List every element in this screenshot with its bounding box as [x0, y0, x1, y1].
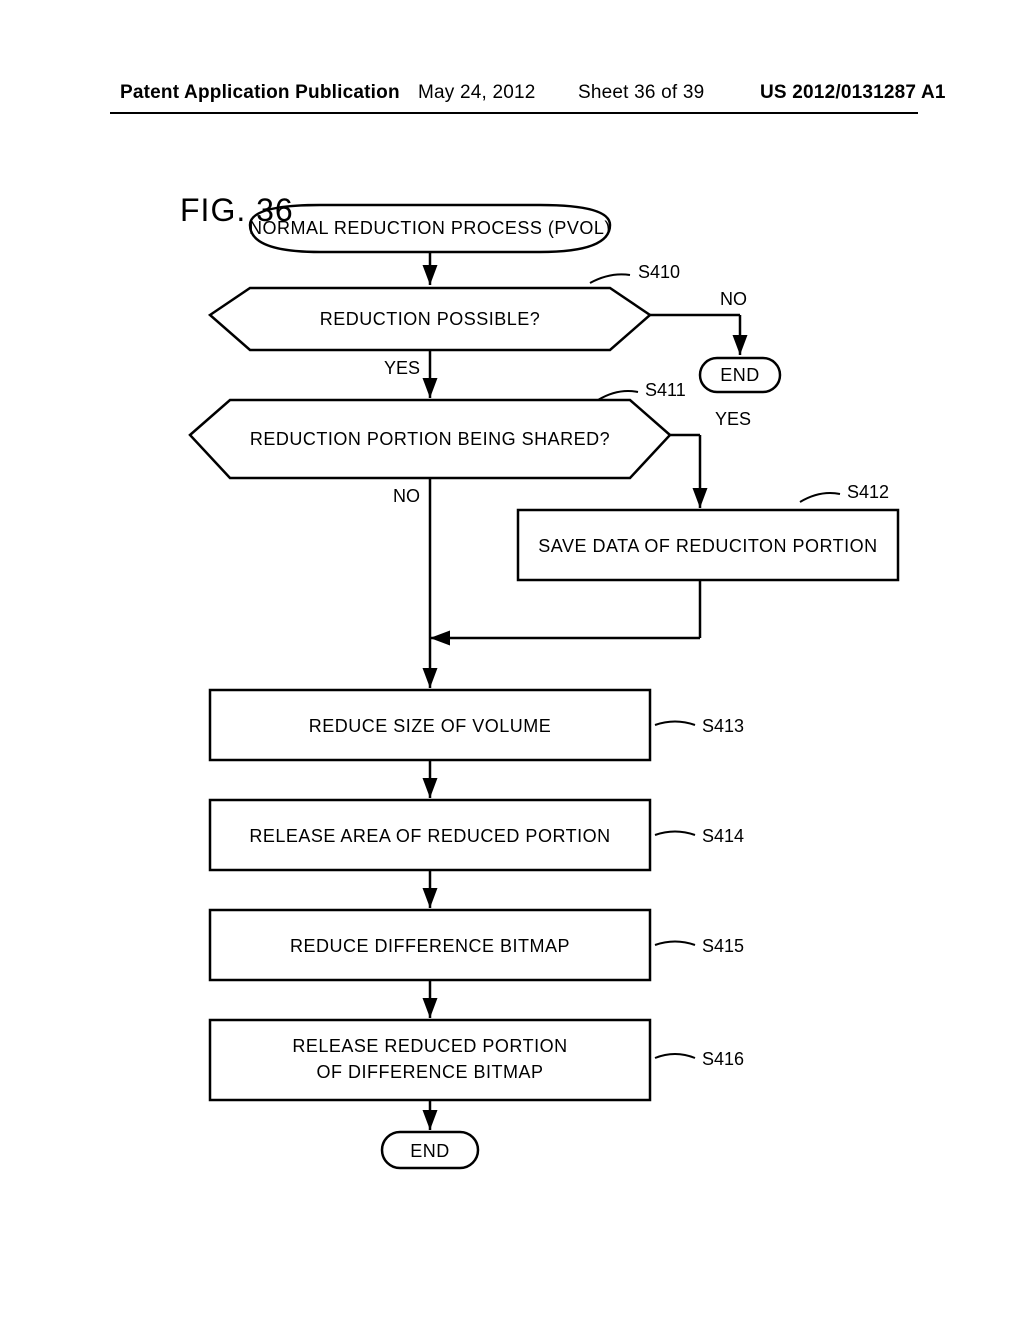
label-connector: [655, 942, 695, 946]
label-s414: S414: [702, 826, 744, 846]
page-header: Patent Application Publication May 24, 2…: [0, 82, 1024, 112]
label-s416: S416: [702, 1049, 744, 1069]
label-connector: [655, 832, 695, 836]
process-s414: RELEASE AREA OF REDUCED PORTION: [210, 800, 650, 870]
label-connector: [655, 1054, 695, 1058]
header-pub-number: US 2012/0131287 A1: [760, 82, 946, 104]
flow-end: END: [382, 1132, 478, 1168]
flow-start-text: NORMAL REDUCTION PROCESS (PVOL): [249, 218, 611, 238]
process-s416-text1: RELEASE REDUCED PORTION: [292, 1036, 567, 1056]
header-rule: [110, 112, 918, 114]
flow-end-top-text: END: [720, 365, 760, 385]
branch-no: NO: [720, 289, 747, 309]
process-s413: REDUCE SIZE OF VOLUME: [210, 690, 650, 760]
flow-end-top: END: [700, 358, 780, 392]
decision-s411-text: REDUCTION PORTION BEING SHARED?: [250, 429, 610, 449]
label-connector: [598, 391, 638, 400]
process-s416: RELEASE REDUCED PORTION OF DIFFERENCE BI…: [210, 1020, 650, 1100]
header-sheet: Sheet 36 of 39: [578, 82, 704, 104]
process-s415-text: REDUCE DIFFERENCE BITMAP: [290, 936, 570, 956]
label-connector: [590, 274, 630, 283]
process-s416-text2: OF DIFFERENCE BITMAP: [316, 1062, 543, 1082]
branch-yes: YES: [384, 358, 420, 378]
process-s412: SAVE DATA OF REDUCITON PORTION: [518, 510, 898, 580]
process-s412-text: SAVE DATA OF REDUCITON PORTION: [538, 536, 877, 556]
label-s412: S412: [847, 482, 889, 502]
label-s413: S413: [702, 716, 744, 736]
label-connector: [655, 722, 695, 726]
flow-end-text: END: [410, 1141, 450, 1161]
decision-s411: REDUCTION PORTION BEING SHARED?: [190, 400, 670, 478]
header-date: May 24, 2012: [418, 82, 536, 104]
process-s414-text: RELEASE AREA OF REDUCED PORTION: [249, 826, 610, 846]
process-s413-text: REDUCE SIZE OF VOLUME: [309, 716, 552, 736]
label-connector: [800, 493, 840, 502]
header-publication-type: Patent Application Publication: [120, 82, 400, 104]
decision-s410: REDUCTION POSSIBLE?: [210, 288, 650, 350]
label-s411: S411: [645, 380, 686, 400]
label-s410: S410: [638, 262, 680, 282]
branch-yes: YES: [715, 409, 751, 429]
label-s415: S415: [702, 936, 744, 956]
decision-s410-text: REDUCTION POSSIBLE?: [320, 309, 541, 329]
process-s415: REDUCE DIFFERENCE BITMAP: [210, 910, 650, 980]
branch-no: NO: [393, 486, 420, 506]
flowchart: NORMAL REDUCTION PROCESS (PVOL) REDUCTIO…: [120, 200, 920, 1260]
flow-start: NORMAL REDUCTION PROCESS (PVOL): [249, 205, 611, 252]
